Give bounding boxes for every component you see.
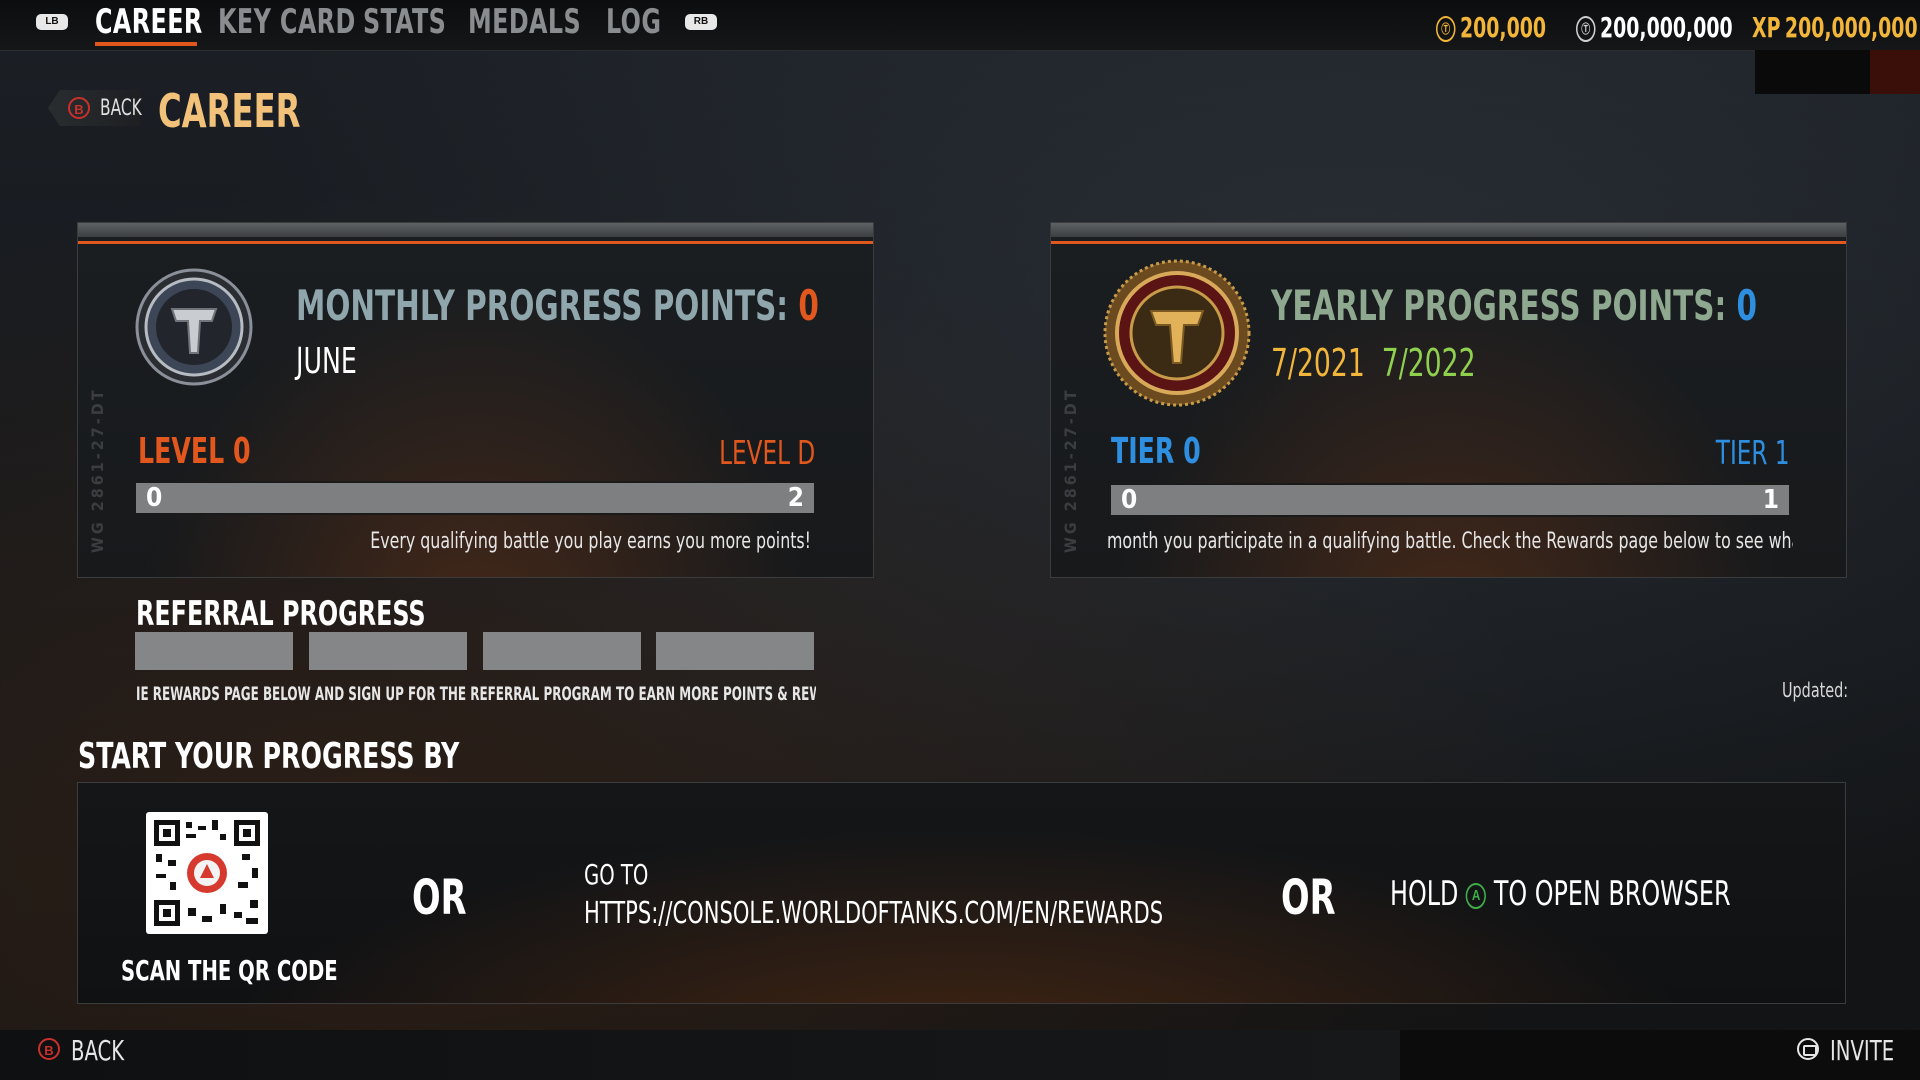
monthly-emblem-icon bbox=[135, 268, 253, 386]
panel-cap bbox=[78, 223, 873, 237]
open-browser-label: TO OPEN BROWSER bbox=[1493, 874, 1731, 914]
referral-note: IE REWARDS PAGE BELOW AND SIGN UP FOR TH… bbox=[136, 683, 816, 705]
or-separator-1: OR bbox=[412, 870, 467, 926]
panel-watermark: WG 2861-27-DT bbox=[88, 387, 107, 553]
referral-segment bbox=[656, 632, 814, 670]
header-shadow-block bbox=[1755, 50, 1870, 94]
monthly-note: Every qualifying battle you play earns y… bbox=[370, 529, 811, 554]
yearly-date-end: 7/2022 bbox=[1381, 341, 1476, 385]
xp-balance: XP 200,000,000 bbox=[1752, 11, 1918, 44]
referral-updated: Updated: bbox=[1782, 678, 1849, 702]
qr-code-icon bbox=[154, 820, 260, 926]
yearly-date-range: 7/2021 7/2022 bbox=[1271, 341, 1533, 385]
or-separator-2: OR bbox=[1281, 870, 1336, 926]
footer-bar bbox=[0, 1030, 1400, 1080]
start-progress-title: START YOUR PROGRESS BY bbox=[78, 736, 460, 777]
tab-career[interactable]: CAREER bbox=[95, 2, 203, 42]
yearly-bar-start: 0 bbox=[1121, 485, 1138, 515]
monthly-level-right: LEVEL D bbox=[718, 433, 815, 472]
panel-accent-line bbox=[78, 241, 873, 244]
gold-amount: 200,000 bbox=[1460, 11, 1547, 44]
yearly-tier-right: TIER 1 bbox=[1716, 433, 1790, 472]
yearly-bar-end: 1 bbox=[1762, 485, 1779, 515]
yearly-emblem-icon bbox=[1103, 259, 1251, 407]
credits-coin-icon: Ⓣ bbox=[1576, 16, 1596, 42]
back-label: BACK bbox=[100, 96, 142, 121]
credits-balance: Ⓣ 200,000,000 bbox=[1576, 11, 1733, 44]
rb-bumper-icon[interactable]: RB bbox=[685, 14, 717, 30]
yearly-progress-bar: 0 1 bbox=[1109, 483, 1791, 517]
tab-stats[interactable]: STATS bbox=[363, 2, 446, 42]
gold-balance: Ⓣ 200,000 bbox=[1436, 11, 1546, 44]
monthly-points-value: 0 bbox=[798, 281, 819, 330]
yearly-tier-left: TIER 0 bbox=[1111, 431, 1201, 472]
page-title: CAREER bbox=[158, 84, 301, 138]
footer-back-button[interactable]: BACK bbox=[71, 1034, 139, 1067]
gold-coin-icon: Ⓣ bbox=[1436, 16, 1456, 42]
monthly-progress-bar: 0 2 bbox=[134, 481, 816, 515]
monthly-points-label: MONTHLY PROGRESS POINTS: 0 bbox=[296, 281, 819, 330]
monthly-level-left: LEVEL 0 bbox=[138, 431, 251, 472]
monthly-month: JUNE bbox=[296, 341, 357, 382]
invite-icon bbox=[1797, 1038, 1819, 1060]
a-button-icon: A bbox=[1465, 882, 1487, 909]
yearly-note: month you participate in a qualifying ba… bbox=[1107, 529, 1793, 554]
monthly-bar-end: 2 bbox=[787, 483, 804, 513]
rewards-url-link[interactable]: HTTPS://CONSOLE.WORLDOFTANKS.COM/EN/REWA… bbox=[584, 896, 1326, 931]
b-button-icon: B bbox=[38, 1038, 60, 1060]
yearly-progress-panel: WG 2861-27-DT YEARLY PROGRESS POINTS: 0 … bbox=[1050, 222, 1847, 578]
tab-medals[interactable]: MEDALS bbox=[468, 2, 581, 42]
yearly-points-value: 0 bbox=[1736, 281, 1758, 330]
xp-amount: 200,000,000 bbox=[1784, 11, 1918, 44]
lb-bumper-icon[interactable]: LB bbox=[36, 14, 68, 30]
referral-segment bbox=[135, 632, 293, 670]
panel-cap bbox=[1051, 223, 1846, 237]
hold-label: HOLD bbox=[1390, 874, 1459, 914]
credits-amount: 200,000,000 bbox=[1600, 11, 1733, 44]
tab-key-card[interactable]: KEY CARD bbox=[218, 2, 356, 42]
monthly-bar-start: 0 bbox=[146, 483, 163, 513]
b-button-icon: B bbox=[68, 97, 90, 119]
header-accent-block bbox=[1870, 50, 1920, 94]
referral-segment bbox=[309, 632, 467, 670]
yearly-points-label: YEARLY PROGRESS POINTS: 0 bbox=[1271, 281, 1758, 330]
tab-log[interactable]: LOG bbox=[606, 2, 661, 42]
panel-watermark: WG 2861-27-DT bbox=[1061, 387, 1080, 553]
referral-segment bbox=[483, 632, 641, 670]
qr-code bbox=[146, 812, 268, 934]
yearly-date-start: 7/2021 bbox=[1271, 341, 1365, 385]
top-bar: LB CAREER KEY CARD STATS MEDALS LOG RB Ⓣ… bbox=[0, 0, 1920, 51]
goto-label: GO TO bbox=[584, 858, 649, 891]
footer-invite-button[interactable]: INVITE bbox=[1830, 1034, 1912, 1067]
active-tab-indicator bbox=[95, 42, 197, 46]
panel-accent-line bbox=[1051, 241, 1846, 244]
hold-to-open-browser[interactable]: HOLD A TO OPEN BROWSER bbox=[1390, 874, 1827, 914]
qr-label: SCAN THE QR CODE bbox=[121, 954, 338, 987]
referral-title: REFERRAL PROGRESS bbox=[136, 594, 426, 634]
monthly-progress-panel: WG 2861-27-DT MONTHLY PROGRESS POINTS: 0… bbox=[77, 222, 874, 578]
xp-icon: XP bbox=[1752, 11, 1781, 44]
